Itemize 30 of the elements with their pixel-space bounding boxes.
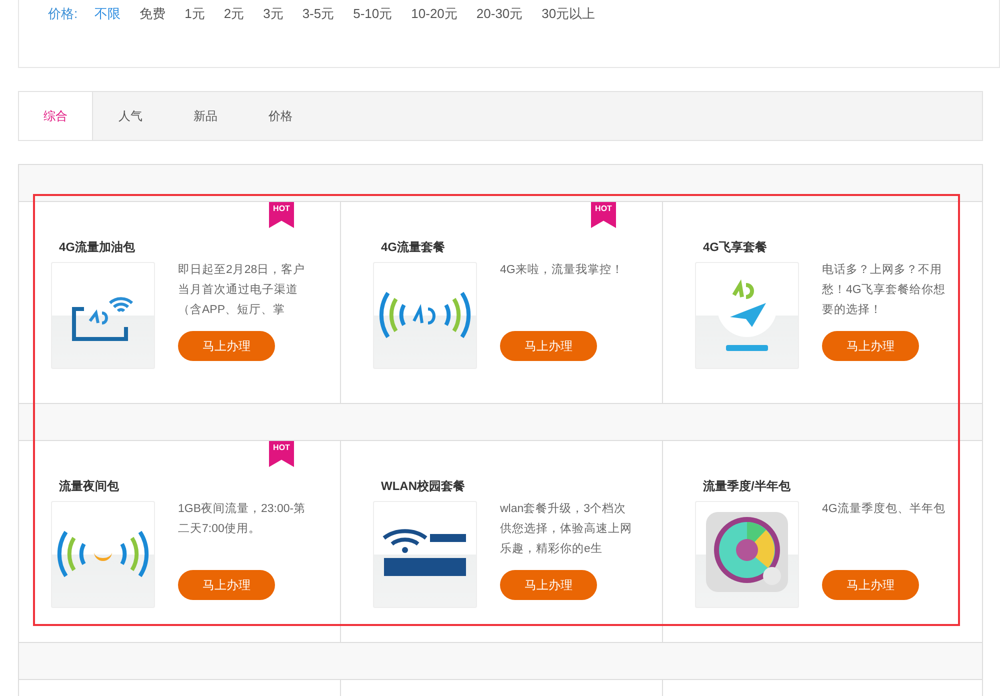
price-option[interactable]: 5-10元 <box>353 5 392 23</box>
product-description: wlan套餐升级，3个档次供您选择，体验高速上网乐趣，精彩你的e生 <box>500 502 633 557</box>
price-option[interactable]: 30元以上 <box>542 5 596 23</box>
price-option[interactable]: 2元 <box>224 5 244 23</box>
price-option[interactable]: 免费 <box>140 5 166 23</box>
product-title: 流量夜间包 <box>59 478 120 495</box>
price-option[interactable]: 不限 <box>94 5 121 23</box>
product-description: 电话多？上网多？不用愁！4G飞享套餐给你想要的选择！ <box>822 262 946 318</box>
hot-badge: HOT <box>269 202 294 228</box>
product-description: 1GB夜间流量，23:00-第二天7:00使用。 <box>178 501 307 537</box>
filter-label: 价格: <box>48 5 78 23</box>
product-title: 4G流量加油包 <box>59 239 136 256</box>
product-description: 即日起至2月28日，客户当月首次通过电子渠道（含APP、短厅、掌 <box>178 262 306 318</box>
product-title: 4G流量套餐 <box>381 239 446 256</box>
product-description: 4G流量季度包、半年包 <box>822 501 946 517</box>
sort-tab[interactable]: 综合 <box>19 92 93 140</box>
price-option[interactable]: 3元 <box>263 5 284 23</box>
hot-badge: HOT <box>269 441 294 467</box>
product-title: 4G飞享套餐 <box>703 239 768 256</box>
hot-badge: HOT <box>591 202 616 228</box>
price-option[interactable]: 10-20元 <box>411 5 458 23</box>
sort-tab[interactable]: 价格 <box>243 92 318 140</box>
product-title: WLAN校园套餐 <box>381 478 466 495</box>
price-option[interactable]: 1元 <box>184 5 205 23</box>
sort-tab[interactable]: 新品 <box>168 92 243 140</box>
sort-tab[interactable]: 人气 <box>93 92 168 140</box>
product-title: 流量季度/半年包 <box>703 478 792 495</box>
product-description: 4G来啦，流量我掌控！ <box>500 262 624 278</box>
price-option[interactable]: 20-30元 <box>476 5 523 23</box>
price-option[interactable]: 3-5元 <box>302 5 334 23</box>
